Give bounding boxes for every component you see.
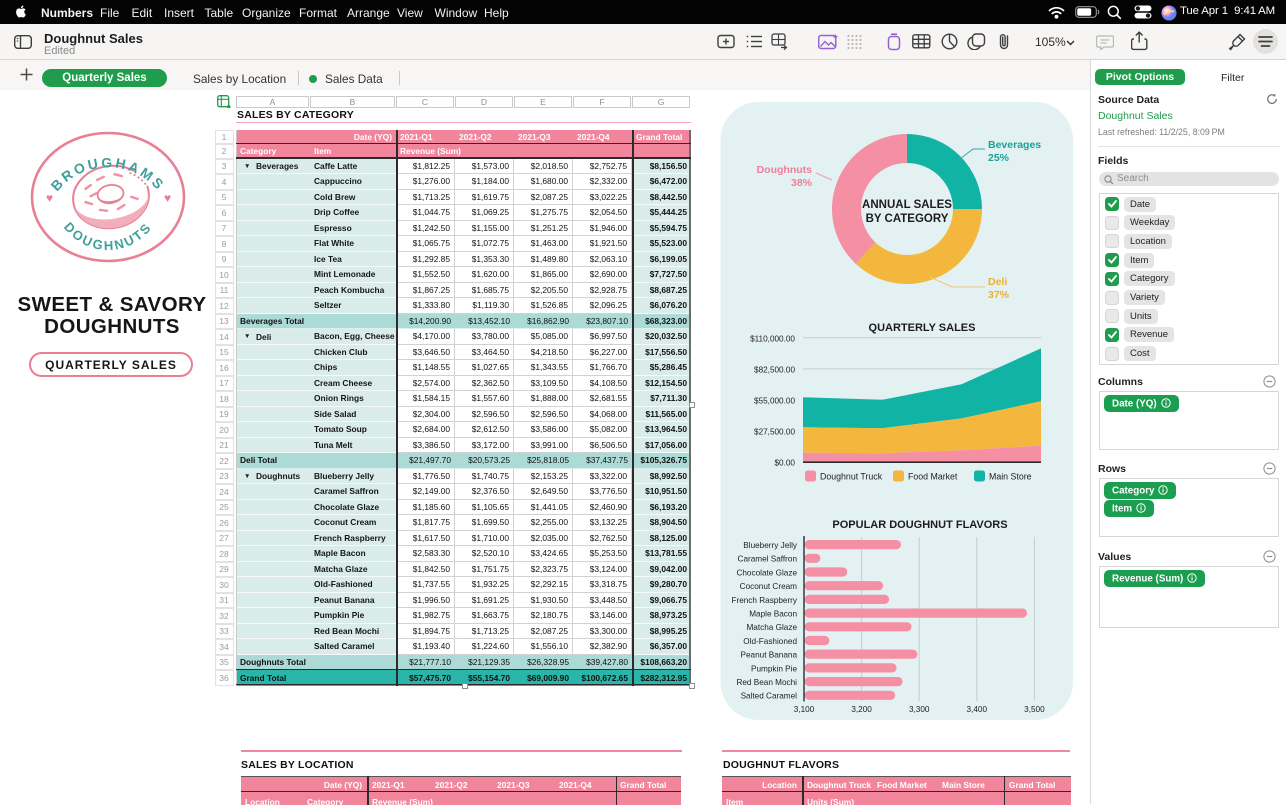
svg-text:Red Bean Mochi: Red Bean Mochi bbox=[736, 678, 797, 687]
svg-text:POPULAR DOUGHNUT FLAVORS: POPULAR DOUGHNUT FLAVORS bbox=[832, 519, 1007, 531]
svg-text:Beverages: Beverages bbox=[988, 139, 1041, 151]
svg-text:3,200: 3,200 bbox=[851, 705, 872, 714]
svg-text:37%: 37% bbox=[988, 289, 1010, 301]
svg-text:$27,500.00: $27,500.00 bbox=[754, 428, 795, 437]
svg-text:3,300: 3,300 bbox=[909, 705, 930, 714]
svg-text:Caramel Saffron: Caramel Saffron bbox=[738, 555, 798, 564]
svg-text:Blueberry Jelly: Blueberry Jelly bbox=[743, 541, 798, 550]
svg-text:Matcha Glaze: Matcha Glaze bbox=[746, 623, 797, 632]
svg-text:QUARTERLY SALES: QUARTERLY SALES bbox=[869, 322, 976, 334]
svg-text:3,500: 3,500 bbox=[1024, 705, 1045, 714]
svg-text:Maple Bacon: Maple Bacon bbox=[749, 610, 797, 619]
svg-text:Pumpkin Pie: Pumpkin Pie bbox=[751, 664, 797, 673]
svg-text:Chocolate Glaze: Chocolate Glaze bbox=[736, 568, 797, 577]
svg-text:Old-Fashioned: Old-Fashioned bbox=[743, 637, 797, 646]
svg-text:25%: 25% bbox=[988, 152, 1010, 164]
svg-text:Salted Caramel: Salted Caramel bbox=[741, 692, 798, 701]
svg-text:Doughnuts: Doughnuts bbox=[757, 164, 813, 176]
svg-text:Peanut Banana: Peanut Banana bbox=[741, 651, 798, 660]
svg-text:3,400: 3,400 bbox=[967, 705, 988, 714]
svg-text:$82,500.00: $82,500.00 bbox=[754, 365, 795, 374]
svg-text:$0.00: $0.00 bbox=[775, 459, 796, 468]
svg-text:$110,000.00: $110,000.00 bbox=[750, 334, 795, 343]
svg-text:38%: 38% bbox=[791, 177, 813, 189]
svg-text:Main Store: Main Store bbox=[989, 472, 1032, 482]
svg-text:BY CATEGORY: BY CATEGORY bbox=[866, 213, 949, 225]
svg-text:Coconut Cream: Coconut Cream bbox=[740, 582, 798, 591]
svg-text:Food Market: Food Market bbox=[908, 472, 958, 482]
svg-text:ANNUAL SALES: ANNUAL SALES bbox=[862, 199, 952, 211]
svg-text:French Raspberry: French Raspberry bbox=[731, 596, 797, 605]
svg-text:Deli: Deli bbox=[988, 276, 1007, 288]
svg-text:Doughnut Truck: Doughnut Truck bbox=[820, 472, 883, 482]
svg-text:$55,000.00: $55,000.00 bbox=[754, 397, 795, 406]
svg-text:3,100: 3,100 bbox=[794, 705, 815, 714]
